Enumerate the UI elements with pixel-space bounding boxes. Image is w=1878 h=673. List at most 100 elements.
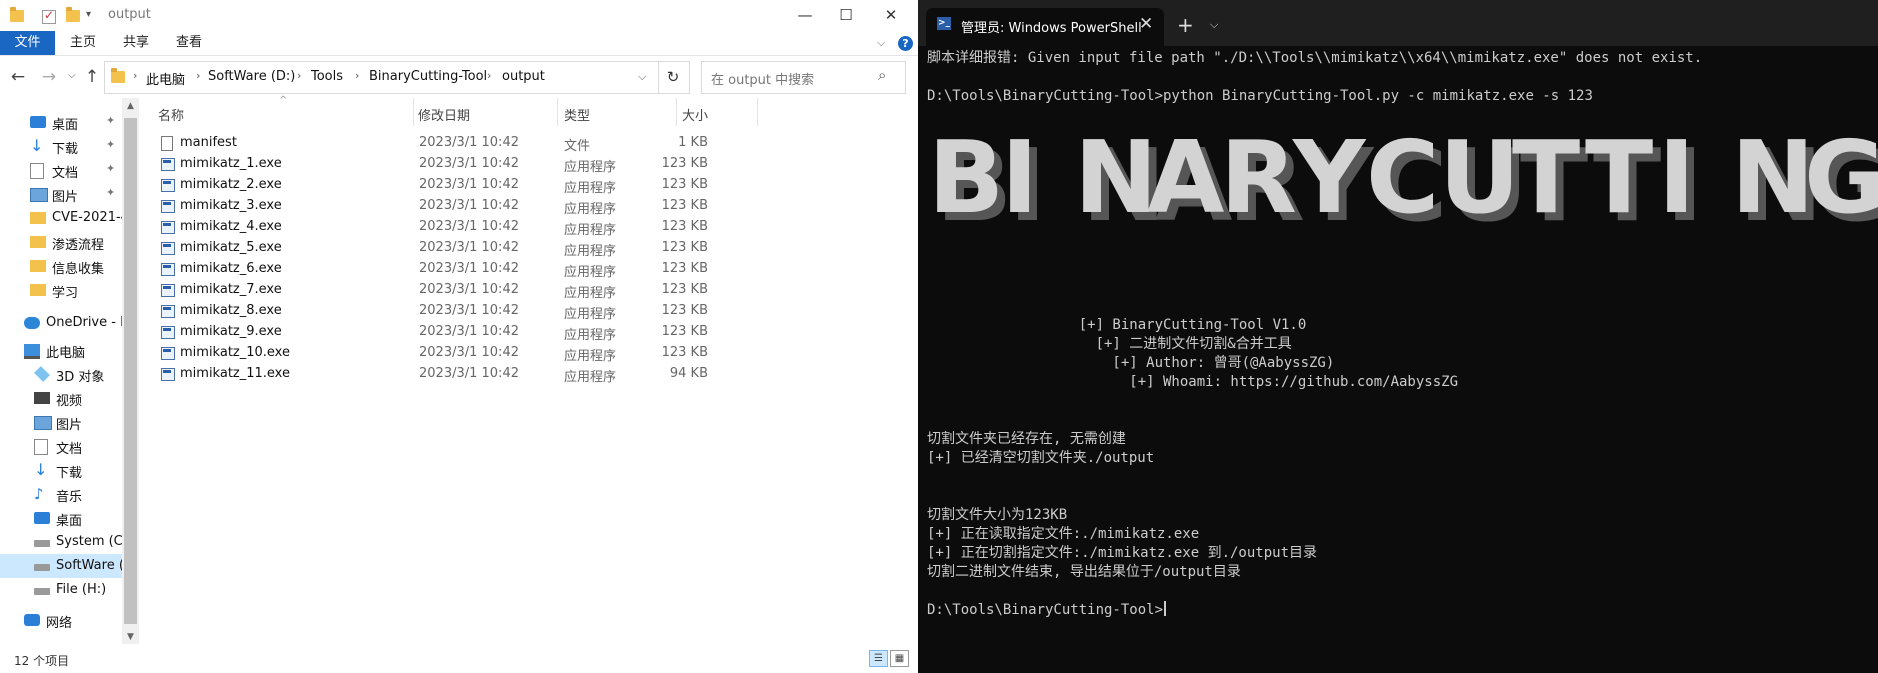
sidebar-item[interactable]: 文档 ✦ [0,158,122,182]
window-title: output [108,7,151,22]
application-icon [161,326,175,339]
file-size: 123 KB [661,219,708,234]
tab-share[interactable]: 共享 [123,31,149,55]
table-row[interactable]: manifest 2023/3/1 10:42 文件 1 KB [158,133,754,154]
terminal-line-reading: [+] 正在读取指定文件:./mimikatz.exe [927,526,1200,542]
sidebar-item[interactable]: ↓ 下载 [0,458,122,482]
nav-scrollbar-thumb[interactable] [124,118,137,624]
terminal-line-version: [+] BinaryCutting-Tool V1.0 [927,317,1307,333]
sidebar-item[interactable]: ↓ 下载 ✦ [0,134,122,158]
close-icon[interactable]: ✕ [881,6,901,24]
up-arrow-icon[interactable]: ↑ [83,67,101,87]
refresh-button[interactable]: ↻ [657,61,690,94]
table-row[interactable]: mimikatz_1.exe 2023/3/1 10:42 应用程序 123 KB [158,154,754,175]
help-icon[interactable]: ? [898,36,913,51]
ribbon-expand-icon[interactable]: ⌵ [877,36,885,50]
sidebar-item[interactable]: System (C:) [0,530,122,554]
file-name: mimikatz_10.exe [180,345,290,360]
chevron-right-icon[interactable]: › [133,69,137,82]
chevron-right-icon[interactable]: › [196,69,200,82]
sidebar-item[interactable]: 信息收集 [0,254,122,278]
file-type: 应用程序 [564,328,617,343]
sidebar-item[interactable]: CVE-2021-4 [0,206,122,230]
breadcrumb-this-pc[interactable]: 此电脑 [146,69,185,88]
table-row[interactable]: mimikatz_4.exe 2023/3/1 10:42 应用程序 123 KB [158,217,754,238]
recent-locations-icon[interactable]: ⌵ [68,70,76,81]
table-row[interactable]: mimikatz_3.exe 2023/3/1 10:42 应用程序 123 KB [158,196,754,217]
column-divider[interactable] [557,98,558,126]
sidebar-item[interactable]: ♪ 音乐 [0,482,122,506]
properties-icon[interactable] [42,8,56,24]
sidebar-item[interactable]: SoftWare (D [0,554,122,578]
sidebar-item[interactable]: 桌面 [0,506,122,530]
sidebar-item[interactable]: 桌面 ✦ [0,110,122,134]
chevron-right-icon[interactable]: › [355,69,359,82]
chevron-right-icon[interactable]: › [297,69,301,82]
sidebar-item[interactable]: 文档 [0,434,122,458]
sidebar-item[interactable]: 图片 ✦ [0,182,122,206]
sidebar-item[interactable]: 图片 [0,410,122,434]
table-row[interactable]: mimikatz_6.exe 2023/3/1 10:42 应用程序 123 KB [158,259,754,280]
scroll-up-icon[interactable]: ▲ [122,101,139,111]
table-row[interactable]: mimikatz_8.exe 2023/3/1 10:42 应用程序 123 KB [158,301,754,322]
pin-icon[interactable]: ✦ [106,138,115,151]
sidebar-item[interactable]: 渗透流程 [0,230,122,254]
tab-home[interactable]: 主页 [70,31,96,55]
navigation-pane: 桌面 ✦ ↓ 下载 ✦ 文档 ✦ 图片 ✦ CVE-2021-4 渗透流程 信息收集 学习 OneDriv… [0,98,122,644]
file-type: 应用程序 [564,349,617,364]
sidebar-item[interactable]: File (H:) [0,578,122,602]
table-row[interactable]: mimikatz_9.exe 2023/3/1 10:42 应用程序 123 KB [158,322,754,343]
close-tab-icon[interactable]: ✕ [1139,14,1153,34]
column-divider[interactable] [676,98,677,126]
picture-icon [34,416,52,430]
back-arrow-icon[interactable]: ← [9,67,27,87]
column-header-size[interactable]: 大小 [682,105,708,124]
column-divider[interactable] [757,98,758,126]
table-row[interactable]: mimikatz_7.exe 2023/3/1 10:42 应用程序 123 KB [158,280,754,301]
table-row[interactable]: mimikatz_2.exe 2023/3/1 10:42 应用程序 123 KB [158,175,754,196]
pin-icon[interactable]: ✦ [106,114,115,127]
chevron-right-icon[interactable]: › [487,69,491,82]
pin-icon[interactable]: ✦ [106,186,115,199]
customize-toolbar-icon[interactable]: ▾ [86,9,91,20]
details-view-icon[interactable]: ☰ [869,650,888,667]
powershell-icon: >_ [937,17,951,30]
table-row[interactable]: mimikatz_10.exe 2023/3/1 10:42 应用程序 123 KB [158,343,754,364]
maximize-icon[interactable]: ☐ [836,6,856,24]
breadcrumb-binarycutting-tool[interactable]: BinaryCutting-Tool [369,69,487,84]
table-row[interactable]: mimikatz_11.exe 2023/3/1 10:42 应用程序 94 KB [158,364,754,385]
sidebar-item[interactable]: 视频 [0,386,122,410]
breadcrumb-tools[interactable]: Tools [311,69,343,84]
breadcrumb-output[interactable]: output [502,69,545,84]
sidebar-item[interactable]: 此电脑 [0,338,122,362]
column-header-type[interactable]: 类型 [564,105,590,124]
column-divider[interactable] [413,98,414,126]
new-tab-icon[interactable]: + [1177,13,1194,37]
sidebar-item[interactable]: 学习 [0,278,122,302]
address-dropdown-icon[interactable]: ⌵ [638,70,646,84]
sidebar-item[interactable]: OneDrive - Pe [0,311,122,335]
network-icon [24,614,40,626]
sidebar-item[interactable]: 网络 [0,608,122,632]
sidebar-item-label: SoftWare (D [56,558,122,573]
new-folder-icon[interactable] [66,7,80,22]
breadcrumb-drive-d[interactable]: SoftWare (D:) [208,69,295,84]
file-size: 123 KB [661,240,708,255]
tab-dropdown-icon[interactable]: ⌵ [1210,18,1218,32]
scroll-down-icon[interactable]: ▼ [122,632,139,642]
column-header-date[interactable]: 修改日期 [418,105,470,124]
banner-letter: B [928,119,1005,236]
sidebar-item[interactable]: 3D 对象 [0,362,122,386]
search-icon[interactable]: ⌕ [878,66,886,84]
banner-letter: U [1439,119,1521,236]
terminal-prompt[interactable]: D:\Tools\BinaryCutting-Tool> [927,601,1167,620]
large-icons-view-icon[interactable]: ▦ [890,650,909,667]
forward-arrow-icon[interactable]: → [40,67,58,87]
tab-file[interactable]: 文件 [0,31,55,55]
minimize-icon[interactable]: — [795,6,815,24]
tab-view[interactable]: 查看 [176,31,202,55]
table-row[interactable]: mimikatz_5.exe 2023/3/1 10:42 应用程序 123 KB [158,238,754,259]
pin-icon[interactable]: ✦ [106,162,115,175]
column-header-name[interactable]: 名称 [158,105,184,124]
sidebar-item-label: CVE-2021-4 [52,210,122,225]
